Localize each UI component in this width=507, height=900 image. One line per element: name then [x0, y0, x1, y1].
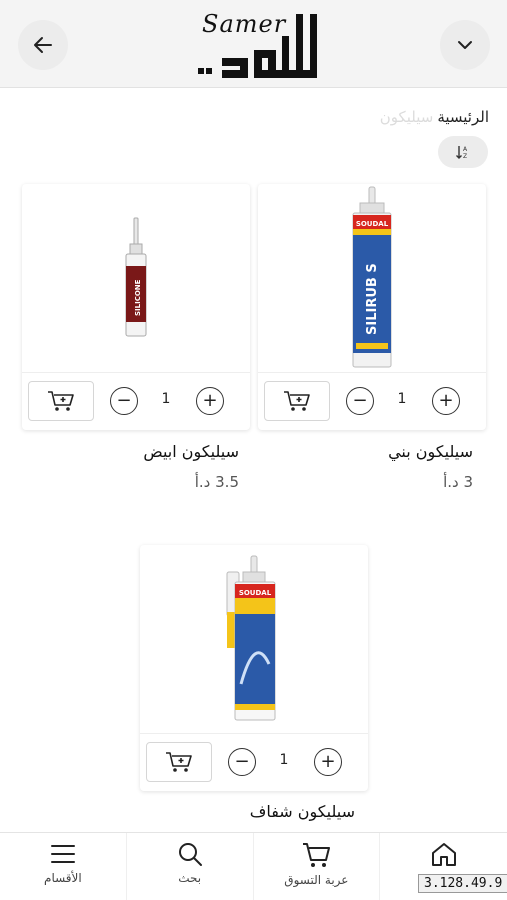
tube-label-text: SILICONE [134, 279, 142, 316]
tube-brand-text: SOUDAL [356, 220, 389, 228]
svg-text:A: A [463, 146, 468, 153]
product-controls: − 1 + [258, 372, 486, 430]
nav-cart[interactable]: عربة التسوق [254, 833, 381, 900]
product-price: 3.5 د.أ [194, 473, 239, 491]
increase-qty-button[interactable]: + [196, 387, 224, 415]
decrease-qty-button[interactable]: − [228, 748, 256, 776]
product-card[interactable]: SOUDAL SILIRUB S − 1 + [258, 184, 486, 430]
sort-button[interactable]: A Z [438, 136, 488, 168]
back-button[interactable] [18, 20, 68, 70]
add-cart-icon [48, 391, 74, 411]
qty-value: 1 [397, 391, 407, 407]
product-card[interactable]: SILICONE − 1 + [22, 184, 250, 430]
nav-cart-label: عربة التسوق [284, 873, 349, 887]
breadcrumb-current: سيليكون [379, 108, 434, 126]
hamburger-menu-icon [50, 845, 75, 863]
product-image[interactable]: SOUDAL [140, 545, 368, 733]
dropdown-button[interactable] [440, 20, 490, 70]
breadcrumb: الرئيسيةسيليكون [380, 108, 489, 126]
product-price: 3 د.أ [443, 473, 473, 491]
increase-qty-button[interactable]: + [432, 387, 460, 415]
nav-categories-label: الأقسام [44, 871, 82, 885]
add-to-cart-button[interactable] [28, 381, 94, 421]
silicone-tube-clear-image: SOUDAL [226, 555, 276, 721]
product-card[interactable]: SOUDAL − 1 + [140, 545, 368, 791]
store-logo: Samer [196, 8, 322, 82]
app-header: Samer [0, 0, 507, 88]
search-icon [178, 843, 202, 866]
tube-brand-text: SOUDAL [239, 589, 272, 597]
svg-text:Z: Z [463, 153, 467, 160]
tube-label-text: SILIRUB S [365, 263, 380, 335]
decrease-qty-button[interactable]: − [346, 387, 374, 415]
silicone-tube-brown-image: SOUDAL SILIRUB S [352, 186, 392, 368]
home-icon [431, 843, 456, 866]
nav-search-label: بحث [178, 871, 202, 885]
version-badge: 3.128.49.9 [418, 874, 507, 893]
logo-mark [198, 14, 317, 78]
sort-az-icon: A Z [456, 146, 468, 160]
chevron-down-icon [458, 41, 472, 49]
breadcrumb-home[interactable]: الرئيسية [437, 108, 489, 126]
add-to-cart-button[interactable] [146, 742, 212, 782]
silicone-tube-white-image: SILICONE [125, 217, 147, 337]
add-cart-icon [166, 752, 192, 772]
nav-categories[interactable]: الأقسام [0, 833, 127, 900]
product-controls: − 1 + [22, 372, 250, 430]
nav-search[interactable]: بحث [127, 833, 254, 900]
add-cart-icon [284, 391, 310, 411]
qty-value: 1 [161, 391, 171, 407]
add-to-cart-button[interactable] [264, 381, 330, 421]
product-name[interactable]: سيليكون ابيض [143, 442, 239, 461]
product-name[interactable]: سيليكون شفاف [250, 802, 355, 821]
increase-qty-button[interactable]: + [314, 748, 342, 776]
product-image[interactable]: SILICONE [22, 184, 250, 372]
cart-icon [303, 843, 331, 867]
arrow-left-icon [34, 37, 52, 53]
decrease-qty-button[interactable]: − [110, 387, 138, 415]
product-image[interactable]: SOUDAL SILIRUB S [258, 184, 486, 372]
qty-value: 1 [279, 752, 289, 768]
product-name[interactable]: سيليكون بني [388, 442, 473, 461]
product-controls: − 1 + [140, 733, 368, 791]
